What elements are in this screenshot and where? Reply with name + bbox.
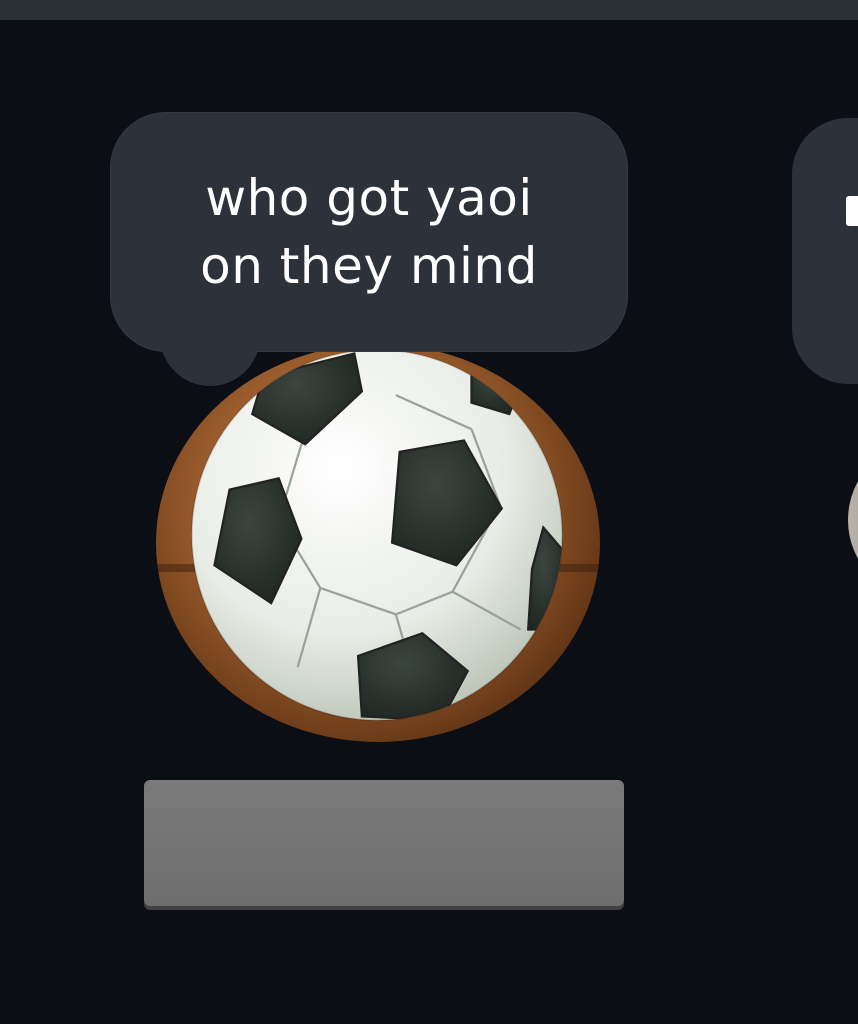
- note-text-partial: [846, 196, 858, 226]
- top-bar: [0, 0, 858, 20]
- username-redacted: [144, 780, 624, 906]
- soccer-ball-icon: [190, 348, 564, 722]
- note-bubble-partial[interactable]: [792, 118, 858, 384]
- note-text: who got yaoi on they mind: [110, 112, 628, 352]
- note-text-line-1: who got yaoi: [205, 169, 533, 227]
- avatar-partial[interactable]: [848, 440, 858, 600]
- note-text-line-2: on they mind: [200, 237, 538, 295]
- notes-tray: who got yaoi on they mind: [0, 0, 858, 1024]
